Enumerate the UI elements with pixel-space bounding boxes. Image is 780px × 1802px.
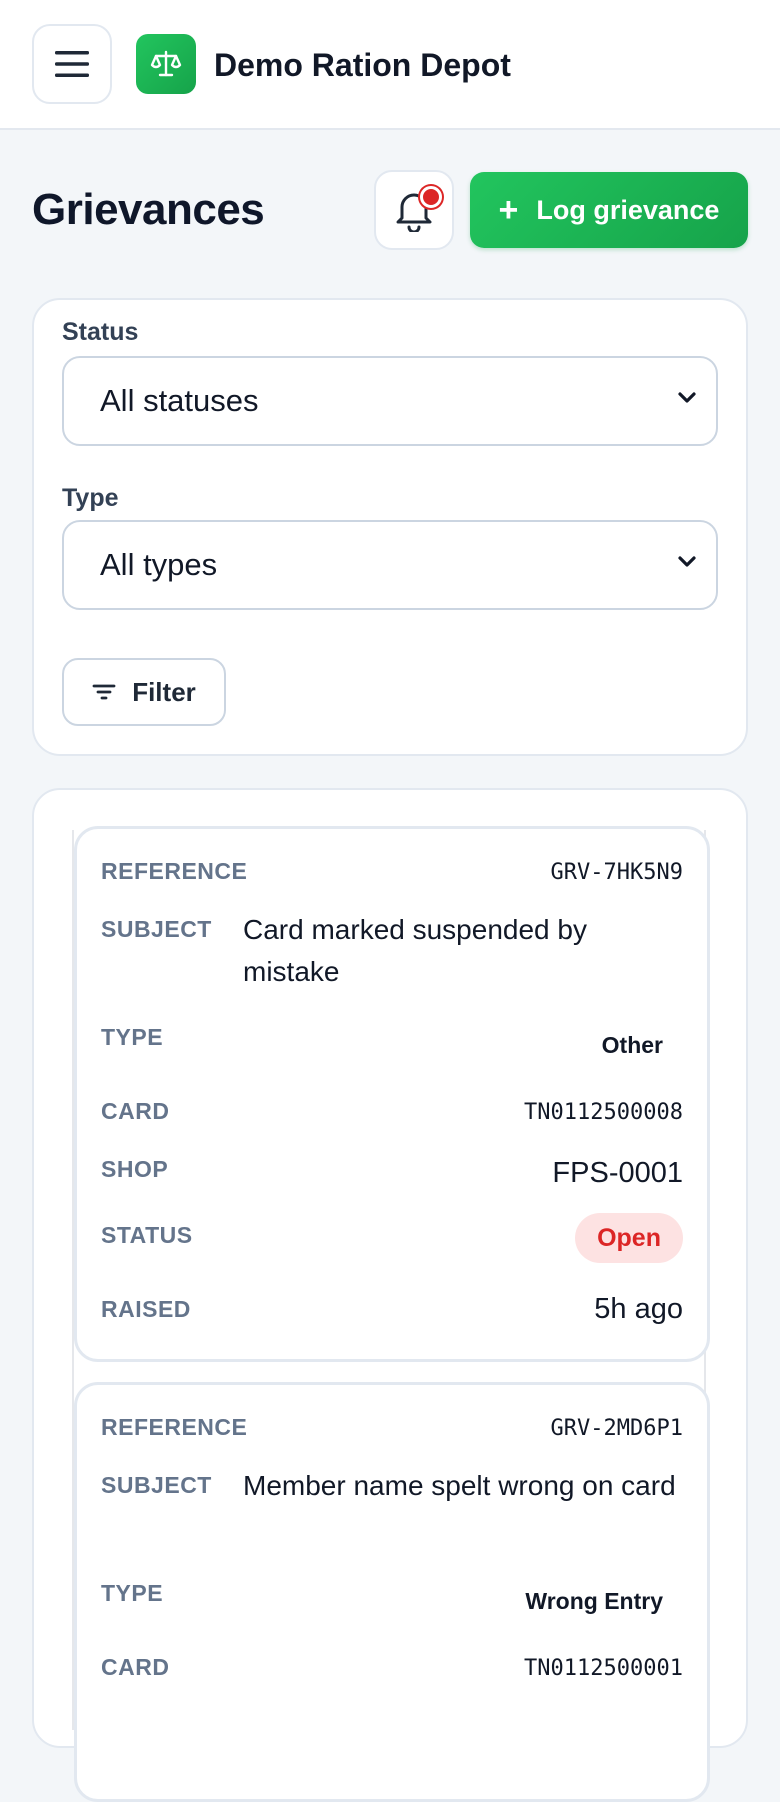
card-value: TN0112500001 <box>524 1656 683 1681</box>
notification-badge-dot <box>420 186 442 208</box>
filter-button[interactable]: Filter <box>62 658 226 726</box>
log-grievance-label: Log grievance <box>536 194 720 225</box>
status-badge: Open <box>575 1213 683 1263</box>
reference-value: GRV-2MD6P1 <box>550 1416 683 1441</box>
app-name: Demo Ration Depot <box>214 47 511 83</box>
raised-value: 5h ago <box>594 1293 683 1325</box>
chevron-down-icon <box>678 556 696 567</box>
app-logo <box>136 34 196 94</box>
top-bar: Demo Ration Depot <box>0 0 780 130</box>
grievance-card[interactable]: Reference GRV-7HK5N9 Subject Card marked… <box>74 826 710 1362</box>
shop-value: FPS-0001 <box>552 1157 683 1189</box>
status-filter-label: Status <box>62 318 139 346</box>
type-select-value: All types <box>100 547 218 582</box>
type-select[interactable]: All types <box>62 520 718 610</box>
subject-value: Card marked suspended by mistake <box>243 914 587 987</box>
type-value: Wrong Entry <box>525 1588 663 1614</box>
type-filter-label: Type <box>62 484 119 512</box>
filter-button-label: Filter <box>132 676 196 707</box>
reference-label: Reference <box>101 858 248 884</box>
filter-lines-icon <box>92 684 116 700</box>
menu-button[interactable] <box>32 24 112 104</box>
grievance-list: Reference GRV-7HK5N9 Subject Card marked… <box>32 788 748 1802</box>
subject-label: Subject <box>101 916 212 942</box>
subject-label: Subject <box>101 1472 212 1498</box>
status-select[interactable]: All statuses <box>62 356 718 446</box>
card-label: Card <box>101 1098 170 1124</box>
page-title: Grievances <box>32 185 265 234</box>
plus-icon: + <box>498 191 519 229</box>
card-value: TN0112500008 <box>524 1100 683 1125</box>
subject-value: Member name spelt wrong on card <box>243 1470 676 1501</box>
reference-value: GRV-7HK5N9 <box>550 860 683 885</box>
log-grievance-button[interactable]: + Log grievance <box>470 172 748 248</box>
card-label: Card <box>101 1654 170 1680</box>
chevron-down-icon <box>678 392 696 403</box>
grievance-card[interactable]: Reference GRV-2MD6P1 Subject Member name… <box>74 1382 710 1802</box>
status-label: Status <box>101 1222 193 1248</box>
hamburger-menu-icon <box>55 51 89 77</box>
balance-scale-icon <box>150 50 182 77</box>
raised-label: Raised <box>101 1296 191 1322</box>
type-label: Type <box>101 1024 164 1050</box>
reference-label: Reference <box>101 1414 248 1440</box>
status-select-value: All statuses <box>100 383 259 418</box>
type-label: Type <box>101 1580 164 1606</box>
notifications-button[interactable] <box>374 170 454 250</box>
filter-panel: Status All statuses Type All types Filte… <box>32 298 748 756</box>
shop-label: Shop <box>101 1156 169 1182</box>
type-value: Other <box>601 1032 663 1058</box>
